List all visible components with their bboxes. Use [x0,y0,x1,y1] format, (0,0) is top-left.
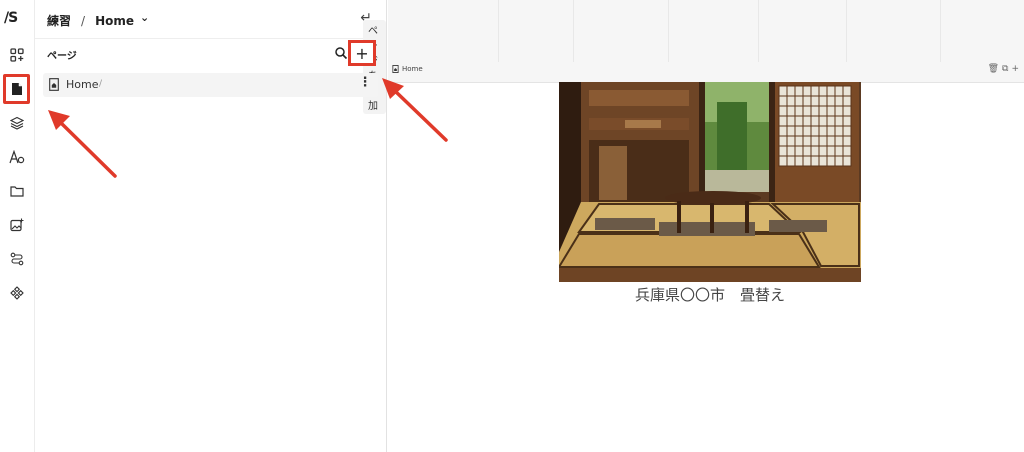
breadcrumb-page[interactable]: Home [95,14,134,28]
image-caption: 兵庫県〇〇市 畳替え [634,286,785,304]
flow-icon[interactable] [5,247,29,271]
layers-icon[interactable] [5,111,29,135]
chevron-down-icon[interactable]: ⌄ [140,11,149,24]
image-add-icon[interactable] [5,213,29,237]
trash-icon[interactable]: 🗑 [988,64,1002,74]
search-icon[interactable] [334,46,348,60]
left-rail: /S [0,0,35,452]
pages-icon[interactable] [5,77,29,101]
section-title: ページ [47,51,77,62]
grid-line [846,0,847,62]
breadcrumb-project[interactable]: 練習 [47,12,71,29]
tatami-room-image[interactable] [559,82,861,282]
grid-line [940,0,941,62]
pages-panel: 練習 / Home ⌄ ↵ ページ ページを追加 + Home / ⋮ [35,0,387,452]
design-canvas[interactable]: Home 🗑⧉+ 兵庫県〇〇市 畳替え [388,0,1024,452]
grid-line [573,0,574,62]
page-name: Home [66,78,99,91]
page-list-item[interactable]: Home / ⋮ [43,73,378,97]
canvas-header: Home 🗑⧉+ [388,0,1024,83]
typography-icon[interactable] [5,145,29,169]
divider [35,38,386,39]
plus-icon[interactable]: + [1011,64,1022,74]
add-page-tooltip: ページを追加 [363,20,386,114]
add-element-icon[interactable] [5,43,29,67]
frame-label-text: Home [402,65,423,73]
app-logo[interactable]: /S [4,10,18,26]
frame-toolbar: 🗑⧉+ [988,64,1022,74]
components-icon[interactable] [5,281,29,305]
frame-label[interactable]: Home [392,65,423,73]
home-page-icon [49,78,59,91]
breadcrumb: 練習 / Home ⌄ [47,11,149,29]
grid-line [498,0,499,62]
breadcrumb-separator: / [81,13,86,28]
home-page-icon [392,65,399,73]
add-page-button[interactable]: + [348,40,376,66]
page-more-button[interactable]: ⋮ [356,75,374,95]
page-slug: / [99,79,103,89]
folder-icon[interactable] [5,179,29,203]
grid-line [758,0,759,62]
grid-line [668,0,669,62]
